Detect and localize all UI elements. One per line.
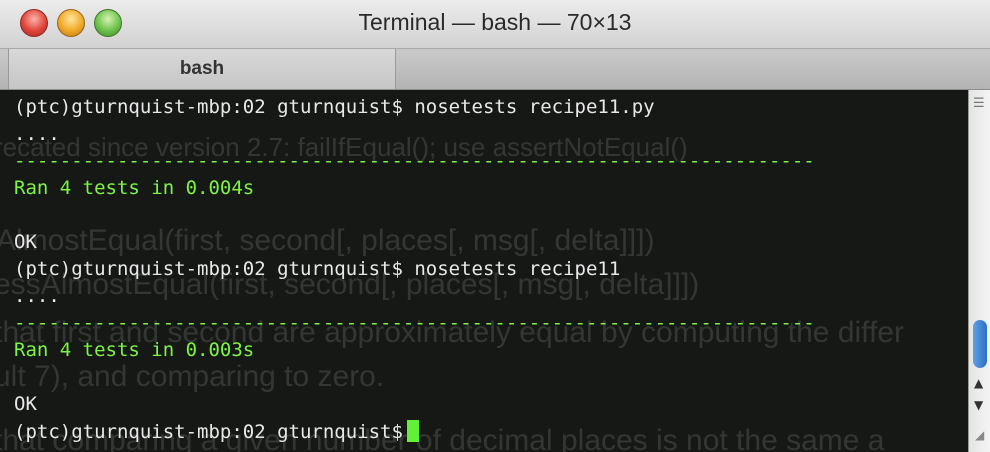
tab-bash[interactable]: bash [8, 49, 396, 89]
terminal-output[interactable]: recated since version 2.7: failIfEqual()… [0, 90, 968, 452]
scroll-up-arrow-icon[interactable]: ▲ [974, 376, 983, 390]
terminal-separator: ----------------------------------------… [14, 150, 815, 172]
terminal-prompt-line[interactable]: (ptc)gturnquist-mbp:02 gturnquist$ [14, 420, 419, 443]
text-cursor [406, 420, 419, 442]
terminal-line: .... [14, 123, 60, 145]
tab-bar: bash [0, 49, 990, 90]
ghost-text: ult 7), and comparing to zero. [0, 360, 385, 393]
resize-grip-icon[interactable]: ◢ [975, 428, 984, 442]
terminal-window: Terminal — bash — 70×13 bash recated sin… [0, 0, 990, 452]
terminal-line: OK [14, 231, 37, 253]
title-bar[interactable]: Terminal — bash — 70×13 [0, 0, 990, 49]
scroll-down-arrow-icon[interactable]: ▼ [974, 398, 983, 412]
scrollbar-thumb[interactable] [973, 320, 987, 368]
terminal-line: .... [14, 285, 60, 307]
split-pane-handle-icon[interactable]: ☰ [973, 96, 985, 111]
terminal-line: (ptc)gturnquist-mbp:02 gturnquist$ noset… [14, 96, 655, 118]
terminal-line: Ran 4 tests in 0.003s [14, 339, 255, 361]
ghost-text: AlmostEqual(first, second[, places[, msg… [0, 224, 655, 257]
terminal-line: OK [14, 393, 37, 415]
prompt-text: (ptc)gturnquist-mbp:02 gturnquist$ [14, 421, 403, 443]
terminal-line: (ptc)gturnquist-mbp:02 gturnquist$ noset… [14, 258, 621, 280]
vertical-scrollbar[interactable]: ☰ ▲ ▼ ◢ [968, 90, 990, 452]
terminal-line: Ran 4 tests in 0.004s [14, 177, 255, 199]
terminal-separator: ----------------------------------------… [14, 312, 815, 334]
window-title: Terminal — bash — 70×13 [358, 9, 632, 35]
